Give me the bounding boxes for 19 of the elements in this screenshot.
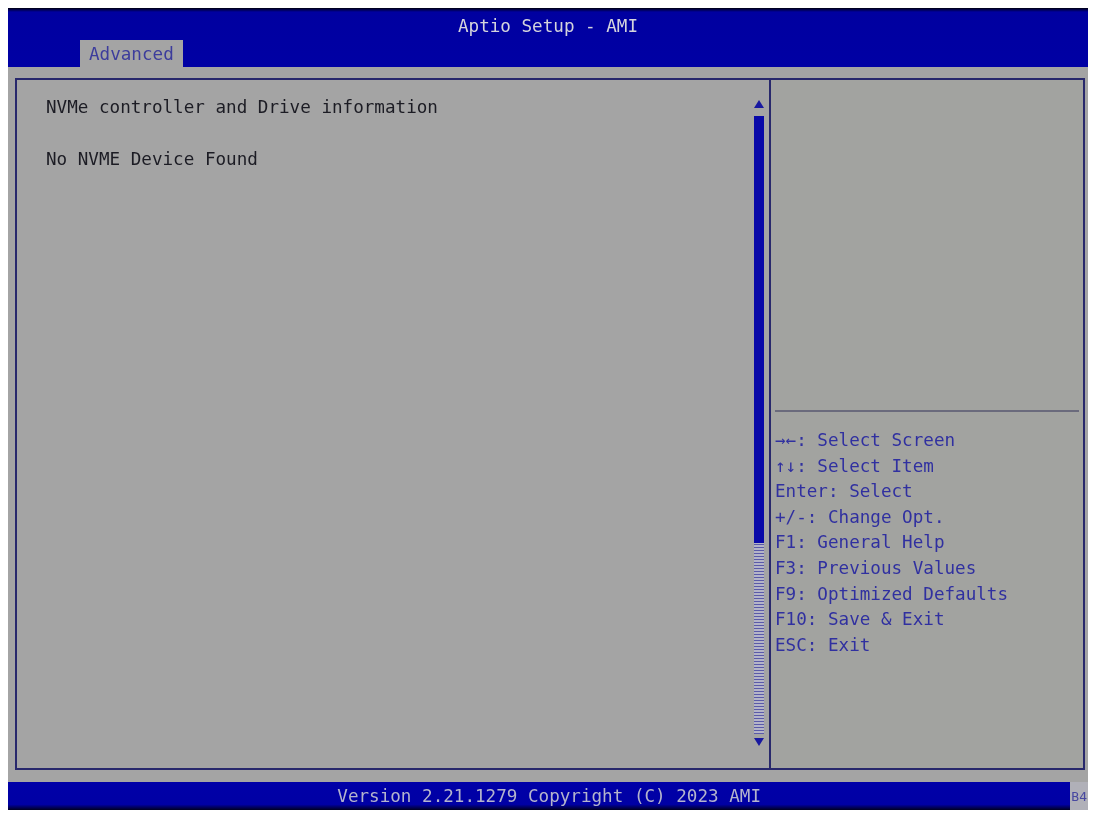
help-key-text: F10: Save & Exit xyxy=(775,608,945,632)
version-text: Version 2.21.1279 Copyright (C) 2023 AMI xyxy=(337,786,761,806)
info-text: NVMe controller and Drive information xyxy=(46,96,438,119)
help-key-text: ↑↓: Select Item xyxy=(775,454,934,478)
post-code: B4 xyxy=(1070,782,1088,810)
help-key-text: F1: General Help xyxy=(775,531,945,555)
scrollbar-thumb[interactable] xyxy=(754,116,764,543)
window-title: Aptio Setup - AMI xyxy=(457,16,639,36)
scroll-down-arrow-icon[interactable] xyxy=(754,738,764,746)
tab[interactable]: Advanced xyxy=(80,40,183,67)
scrollbar-track[interactable] xyxy=(754,116,764,734)
scroll-up-arrow-icon[interactable] xyxy=(754,100,764,108)
help-key-text: ESC: Exit xyxy=(775,633,871,657)
help-key-text: F9: Optimized Defaults xyxy=(775,582,1009,606)
help-key-text: +/-: Change Opt. xyxy=(775,505,945,529)
help-key-text: Enter: Select xyxy=(775,480,913,504)
help-key-text: F3: Previous Values xyxy=(775,556,977,580)
help-key-text: →←: Select Screen xyxy=(775,429,956,452)
info-text: No NVME Device Found xyxy=(46,148,258,171)
